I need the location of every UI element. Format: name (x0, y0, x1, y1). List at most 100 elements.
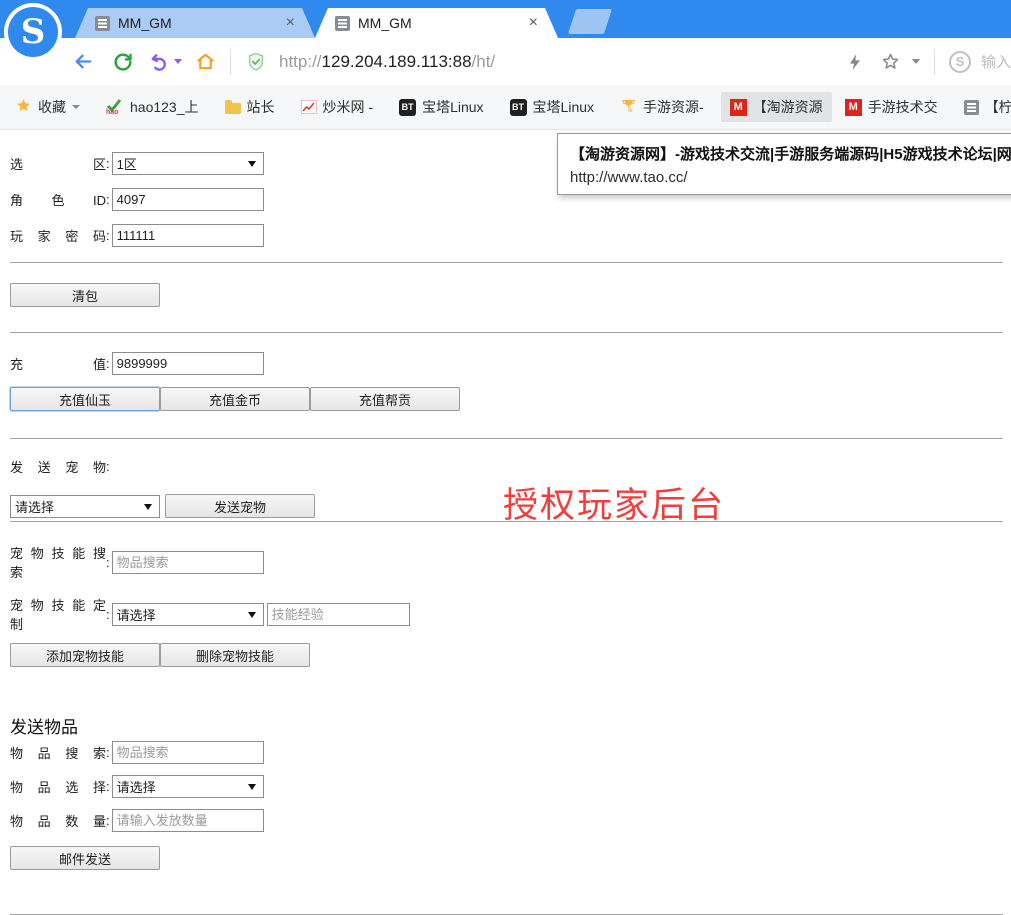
back-icon[interactable] (70, 49, 96, 75)
mail-send-button[interactable]: 邮件发送 (10, 846, 160, 870)
clear-bag-button[interactable]: 清包 (10, 283, 160, 307)
item-quantity-input[interactable] (112, 809, 264, 832)
tab-mmgm-1[interactable]: MM_GM × (75, 8, 315, 38)
tab-mmgm-2[interactable]: MM_GM × (315, 8, 558, 38)
recharge-buttons-row: 充值仙玉 充值金币 充值帮贡 (10, 387, 1003, 411)
bookmark-hao123[interactable]: hao hao123_上 (97, 92, 208, 122)
role-id-input[interactable] (112, 188, 264, 211)
send-item-heading: 发送物品 (10, 713, 1003, 738)
lightning-icon[interactable] (842, 49, 868, 75)
undo-dropdown-icon[interactable] (174, 59, 182, 64)
chevron-down-icon (72, 105, 80, 109)
bookmark-baota-1[interactable]: BT 宝塔Linux (390, 92, 492, 122)
recharge-xianyu-button[interactable]: 充值仙玉 (10, 387, 160, 411)
send-pet-label: 发 送 宠 物 (10, 457, 106, 476)
pet-select[interactable]: 请选择 (10, 495, 160, 518)
item-search-row: 物 品 搜 索 : (10, 741, 1003, 764)
line-chart-icon (301, 100, 317, 114)
bookmark-tooltip: 【淘游资源网】-游戏技术交流|手游服务端源码|H5游戏技术论坛|网 http:/… (557, 133, 1011, 195)
refresh-icon[interactable] (110, 49, 136, 75)
tab-title: MM_GM (358, 15, 527, 31)
send-pet-button[interactable]: 发送宠物 (165, 494, 315, 518)
recharge-amount-input[interactable] (112, 352, 264, 375)
divider (10, 332, 1003, 333)
bookmark-label: 收藏 (38, 97, 66, 117)
bookmark-label: hao123_上 (130, 97, 199, 117)
bookmark-shouyou-ziyuan[interactable]: 手游资源- (611, 92, 713, 122)
chevron-down-icon (144, 504, 152, 510)
item-search-label: 物 品 搜 索 (10, 743, 106, 762)
bookmark-chaomi[interactable]: 炒米网 - (292, 92, 383, 122)
item-select-label: 物 品 选 择 (10, 777, 106, 796)
m-logo-icon: M (730, 99, 747, 116)
bookmark-label: 宝塔Linux (422, 97, 483, 117)
bookmarks-bar: 收藏 hao hao123_上 站长 炒米网 - BT 宝塔Linux BT 宝… (0, 85, 1011, 130)
folder-icon (225, 103, 241, 114)
recharge-banggong-button[interactable]: 充值帮贡 (310, 387, 460, 411)
star-dropdown-icon[interactable] (912, 59, 920, 64)
toolbar-divider (230, 49, 231, 75)
doc-icon (964, 100, 979, 115)
bookmark-shouyou-jishu[interactable]: M 手游技术交 (836, 92, 947, 122)
tab-close-icon[interactable]: × (284, 15, 297, 31)
server-select-label: 选 区 (10, 154, 106, 173)
url-host: 129.204.189.113:88 (322, 52, 472, 71)
bookmark-favorites[interactable]: 收藏 (6, 92, 89, 122)
item-quantity-row: 物 品 数 量 : (10, 809, 1003, 832)
bookmark-label: 站长 (247, 97, 275, 117)
page-favicon (335, 16, 350, 31)
address-bar[interactable]: http://129.204.189.113:88/ht/ (279, 52, 495, 72)
toolbar-divider (934, 49, 935, 75)
add-pet-skill-button[interactable]: 添加宠物技能 (10, 643, 160, 667)
password-row: 玩 家 密 码 : (10, 224, 1003, 247)
authorized-watermark: 授权玩家后台 (503, 477, 725, 528)
url-scheme: http:// (279, 52, 322, 71)
home-icon[interactable] (192, 49, 218, 75)
favorite-star-icon[interactable] (878, 49, 904, 75)
role-id-label: 角 色 ID (10, 190, 106, 209)
new-tab-button[interactable] (568, 9, 612, 34)
tooltip-title: 【淘游资源网】-游戏技术交流|手游服务端源码|H5游戏技术论坛|网 (570, 143, 1011, 164)
bookmark-ning[interactable]: 【柠 (955, 92, 1011, 122)
recharge-label: 充 值 (10, 354, 106, 373)
pet-skill-search-input[interactable] (112, 551, 264, 574)
url-path: /ht/ (472, 52, 496, 71)
security-shield-icon[interactable] (243, 49, 269, 75)
player-password-input[interactable] (112, 224, 264, 247)
undo-icon[interactable] (146, 49, 172, 75)
search-input-hint[interactable]: 输入 (981, 51, 1011, 72)
bookmark-label: 手游资源- (643, 97, 704, 117)
sogou-logo[interactable]: S (4, 3, 62, 61)
m-logo-icon: M (845, 99, 862, 116)
bookmark-label: 炒米网 - (323, 97, 374, 117)
pet-skill-search-label: 宠 物 技 能 搜 索 (10, 543, 106, 581)
bt-icon: BT (399, 99, 416, 116)
sogou-search-icon[interactable]: S (949, 51, 971, 73)
page-favicon (95, 16, 110, 31)
recharge-row: 充 值 : (10, 352, 1003, 375)
remove-pet-skill-button[interactable]: 删除宠物技能 (160, 643, 310, 667)
tab-title: MM_GM (118, 15, 284, 31)
skill-exp-input[interactable] (267, 603, 410, 626)
item-search-input[interactable] (112, 741, 264, 764)
item-quantity-label: 物 品 数 量 (10, 811, 106, 830)
pet-skill-search-row: 宠 物 技 能 搜 索 : (10, 543, 1003, 581)
bookmark-label: 手游技术交 (868, 97, 938, 117)
item-select-row: 物 品 选 择 : 请选择 (10, 775, 1003, 798)
sogou-s-icon: S (8, 7, 58, 57)
bookmark-taoyou-ziyuan[interactable]: M 【淘游资源 (721, 92, 832, 122)
bookmark-baota-2[interactable]: BT 宝塔Linux (501, 92, 603, 122)
pet-skill-select[interactable]: 请选择 (112, 603, 264, 626)
recharge-gold-button[interactable]: 充值金币 (160, 387, 310, 411)
hao123-icon: hao (106, 99, 124, 115)
server-select[interactable]: 1区 (112, 152, 264, 175)
item-select[interactable]: 请选择 (112, 775, 264, 798)
chevron-down-icon (248, 161, 256, 167)
send-pet-label-row: 发 送 宠 物 : (10, 457, 1003, 476)
bookmark-zhanzhang[interactable]: 站长 (216, 92, 284, 122)
password-label: 玩 家 密 码 (10, 226, 106, 245)
trophy-icon (620, 97, 637, 117)
divider (10, 262, 1003, 263)
pet-skill-custom-label: 宠 物 技 能 定 制 (10, 595, 106, 633)
tab-close-icon[interactable]: × (527, 15, 540, 31)
